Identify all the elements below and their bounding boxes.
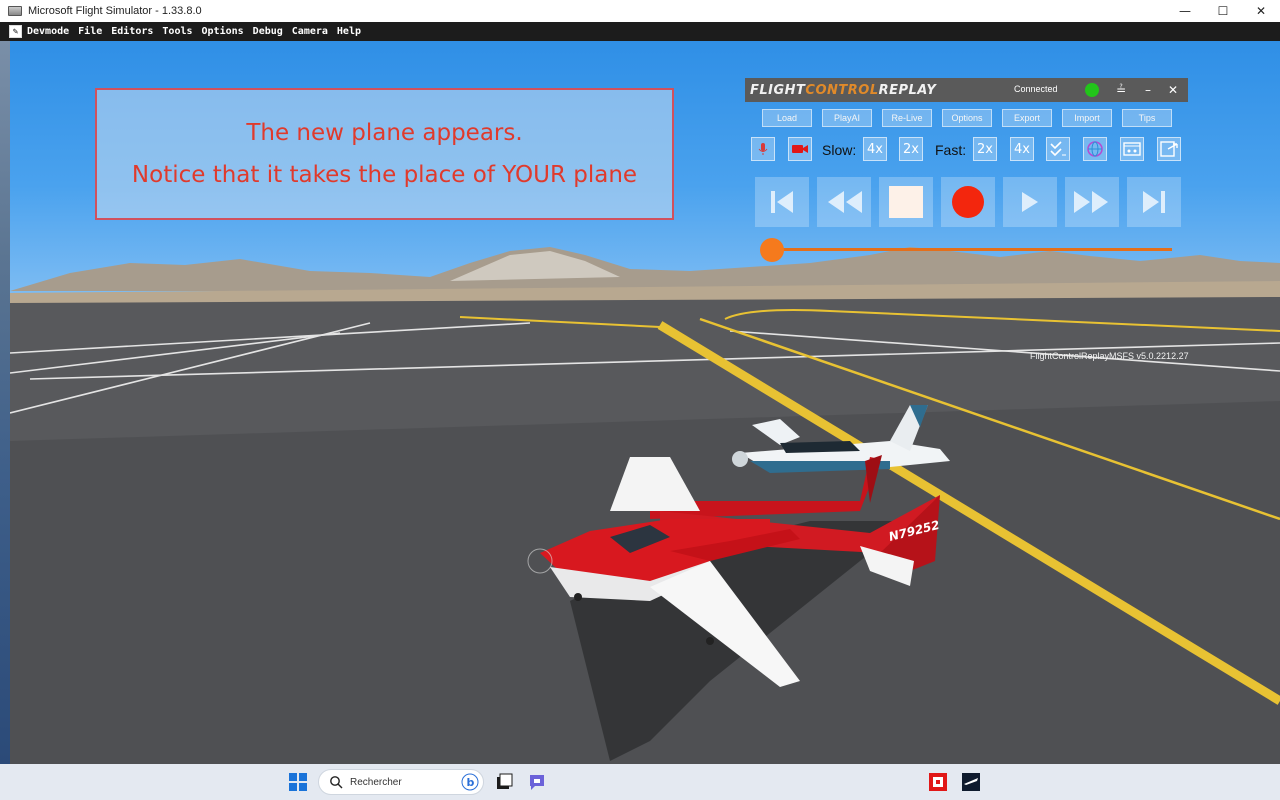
version-label: FlightControlReplayMSFS v5.0.2212.27 [1030, 351, 1189, 361]
checklist-icon[interactable] [1046, 137, 1070, 161]
windows-taskbar: Rechercher b [0, 764, 1280, 800]
connection-status: Connected [1014, 84, 1058, 94]
load-button[interactable]: Load [762, 109, 812, 127]
annotation-box: The new plane appears. Notice that it ta… [95, 88, 674, 220]
teams-chat-icon[interactable] [527, 772, 547, 792]
fcr-header[interactable]: FLIGHTCONTROLREPLAY Connected ≟ – ✕ [745, 78, 1188, 102]
collapse-icon[interactable]: ≟ [1110, 80, 1132, 100]
taskbar-search[interactable]: Rechercher b [318, 769, 484, 795]
rewind-button[interactable] [817, 177, 871, 227]
menu-help[interactable]: Help [337, 26, 361, 37]
devmode-icon: ✎ [9, 25, 22, 38]
fcr-logo: FLIGHTCONTROLREPLAY [750, 82, 937, 98]
slow-label: Slow: [822, 142, 857, 158]
video-window-icon[interactable] [1120, 137, 1144, 161]
play-icon [1022, 192, 1038, 212]
annotation-line-1: The new plane appears. [246, 120, 523, 146]
svg-text:b: b [467, 776, 475, 789]
microphone-icon[interactable] [751, 137, 775, 161]
bing-icon: b [461, 773, 479, 791]
minimize-button[interactable]: — [1166, 0, 1204, 22]
playai-button[interactable]: PlayAI [822, 109, 872, 127]
menu-tools[interactable]: Tools [162, 26, 192, 37]
menu-debug[interactable]: Debug [253, 26, 283, 37]
app-icon [8, 6, 22, 16]
skip-end-icon [1143, 191, 1165, 213]
record-button[interactable] [941, 177, 995, 227]
fast-forward-icon [1074, 191, 1108, 213]
devmode-menubar: ✎ Devmode File Editors Tools Options Deb… [0, 22, 1280, 41]
options-button[interactable]: Options [942, 109, 992, 127]
connection-led-icon [1085, 83, 1099, 97]
export-button[interactable]: Export [1002, 109, 1052, 127]
slow-4x-button[interactable]: 4x [863, 137, 887, 161]
search-icon [330, 776, 343, 789]
fcr-close-button[interactable]: ✕ [1162, 80, 1184, 100]
simulator-viewport[interactable]: N79252 The new plane appears. Notice tha… [10, 41, 1280, 764]
annotation-line-2: Notice that it takes the place of YOUR p… [131, 162, 638, 188]
skip-to-end-button[interactable] [1127, 177, 1181, 227]
windows-start-icon[interactable] [288, 772, 308, 792]
play-button[interactable] [1003, 177, 1057, 227]
menu-devmode[interactable]: Devmode [27, 26, 69, 37]
menu-file[interactable]: File [78, 26, 102, 37]
fast-label: Fast: [935, 142, 967, 158]
skip-start-icon [771, 191, 793, 213]
rewind-icon [828, 191, 862, 213]
timeline-knob[interactable] [760, 238, 784, 262]
exit-panel-icon[interactable] [1157, 137, 1181, 161]
close-button[interactable]: ✕ [1242, 0, 1280, 22]
globe-icon[interactable] [1083, 137, 1107, 161]
window-titlebar: Microsoft Flight Simulator - 1.33.8.0 — … [0, 0, 1280, 22]
msfs-app-icon[interactable] [961, 772, 981, 792]
fast-4x-button[interactable]: 4x [1010, 137, 1034, 161]
menu-camera[interactable]: Camera [292, 26, 328, 37]
skip-to-start-button[interactable] [755, 177, 809, 227]
window-title: Microsoft Flight Simulator - 1.33.8.0 [28, 5, 202, 17]
flightradar-icon[interactable] [928, 772, 948, 792]
fcr-minimize-button[interactable]: – [1137, 80, 1159, 100]
menu-editors[interactable]: Editors [111, 26, 153, 37]
timeline-track[interactable] [772, 248, 1172, 251]
slow-2x-button[interactable]: 2x [899, 137, 923, 161]
fast-forward-button[interactable] [1065, 177, 1119, 227]
task-view-icon[interactable] [494, 772, 514, 792]
tips-button[interactable]: Tips [1122, 109, 1172, 127]
maximize-button[interactable]: ☐ [1204, 0, 1242, 22]
relive-button[interactable]: Re-Live [882, 109, 932, 127]
desktop-wallpaper-strip [0, 41, 10, 764]
camera-record-icon[interactable] [788, 137, 812, 161]
stop-icon [889, 186, 923, 218]
import-button[interactable]: Import [1062, 109, 1112, 127]
search-placeholder: Rechercher [350, 776, 402, 788]
menu-options[interactable]: Options [202, 26, 244, 37]
fast-2x-button[interactable]: 2x [973, 137, 997, 161]
record-icon [952, 186, 984, 218]
stop-button[interactable] [879, 177, 933, 227]
